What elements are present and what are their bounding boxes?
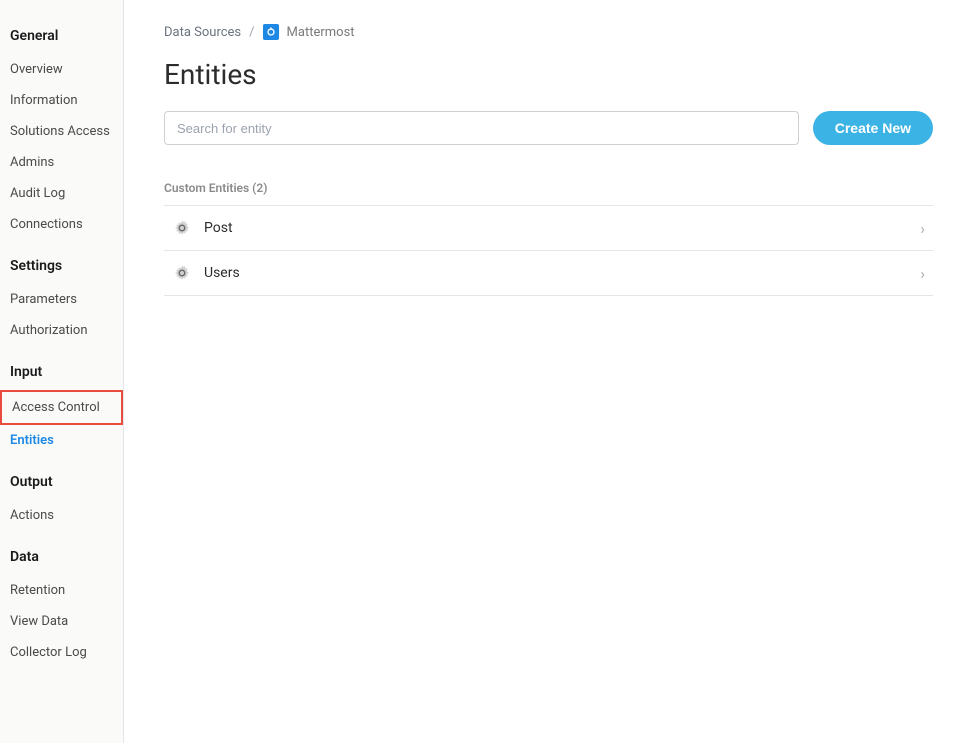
gear-icon <box>172 218 192 238</box>
sidebar-item-overview[interactable]: Overview <box>0 54 123 85</box>
sidebar-item-parameters[interactable]: Parameters <box>0 284 123 315</box>
search-input[interactable] <box>164 111 799 145</box>
sidebar-group-data: Data Retention View Data Collector Log <box>0 549 123 668</box>
sidebar-group-output: Output Actions <box>0 474 123 531</box>
custom-entities-label: Custom Entities (2) <box>164 181 933 195</box>
entity-name: Users <box>204 265 920 281</box>
breadcrumb-current: Mattermost <box>287 25 355 40</box>
sidebar-item-information[interactable]: Information <box>0 85 123 116</box>
breadcrumb-root[interactable]: Data Sources <box>164 25 241 40</box>
entity-row-post[interactable]: Post › <box>164 206 933 251</box>
chevron-right-icon: › <box>920 264 925 283</box>
create-new-button[interactable]: Create New <box>813 111 933 145</box>
sidebar-group-general: General Overview Information Solutions A… <box>0 28 123 240</box>
sidebar-item-access-control[interactable]: Access Control <box>0 390 123 425</box>
sidebar-header-input: Input <box>0 364 123 390</box>
page-title: Entities <box>164 58 933 91</box>
sidebar-item-entities[interactable]: Entities <box>0 425 123 456</box>
chevron-right-icon: › <box>920 219 925 238</box>
sidebar-item-authorization[interactable]: Authorization <box>0 315 123 346</box>
mattermost-icon <box>263 24 279 40</box>
sidebar-item-connections[interactable]: Connections <box>0 209 123 240</box>
entity-list: Post › Users › <box>164 205 933 296</box>
sidebar-item-retention[interactable]: Retention <box>0 575 123 606</box>
sidebar-header-data: Data <box>0 549 123 575</box>
sidebar-group-settings: Settings Parameters Authorization <box>0 258 123 346</box>
entity-name: Post <box>204 220 920 236</box>
search-row: Create New <box>164 111 933 145</box>
sidebar-group-input: Input Access Control Entities <box>0 364 123 456</box>
breadcrumb-separator: / <box>249 25 254 40</box>
gear-icon <box>172 263 192 283</box>
sidebar-item-collector-log[interactable]: Collector Log <box>0 637 123 668</box>
sidebar: General Overview Information Solutions A… <box>0 0 124 743</box>
main-content: Data Sources / Mattermost Entities Creat… <box>124 0 973 743</box>
sidebar-header-settings: Settings <box>0 258 123 284</box>
sidebar-item-actions[interactable]: Actions <box>0 500 123 531</box>
sidebar-item-view-data[interactable]: View Data <box>0 606 123 637</box>
breadcrumb: Data Sources / Mattermost <box>164 24 933 40</box>
sidebar-item-solutions-access[interactable]: Solutions Access <box>0 116 123 147</box>
sidebar-item-audit-log[interactable]: Audit Log <box>0 178 123 209</box>
entity-row-users[interactable]: Users › <box>164 251 933 296</box>
sidebar-item-admins[interactable]: Admins <box>0 147 123 178</box>
sidebar-header-output: Output <box>0 474 123 500</box>
sidebar-header-general: General <box>0 28 123 54</box>
